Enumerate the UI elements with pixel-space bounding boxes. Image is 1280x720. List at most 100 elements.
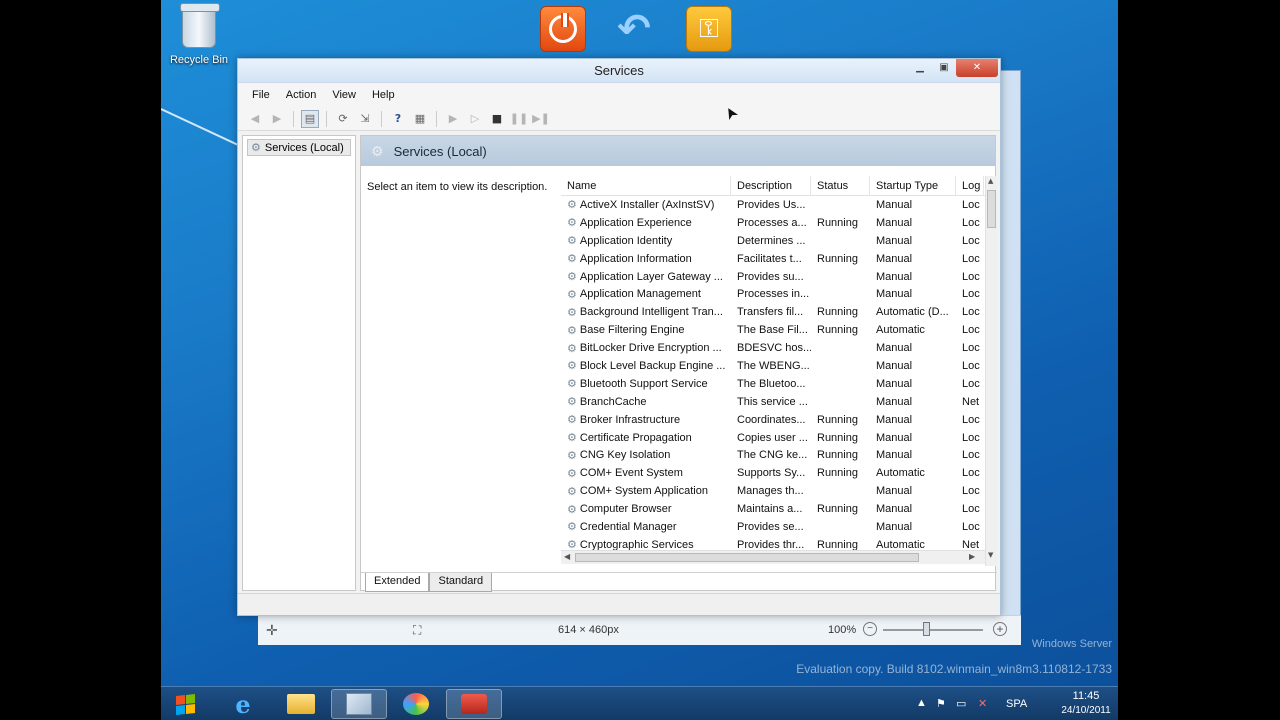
service-gear-icon: ⚙ (567, 503, 577, 516)
vertical-scroll-thumb[interactable] (987, 190, 996, 228)
table-row[interactable]: ⚙ Broker Infrastructure Coordinates... Runn… (561, 411, 997, 429)
service-startup-cell: Manual (876, 431, 913, 444)
menu-file[interactable]: File (244, 89, 278, 101)
table-row[interactable]: ⚙ BranchCache This service ... Manual Net (561, 393, 997, 411)
scroll-up-icon[interactable]: ▲ (988, 177, 993, 185)
clock-time[interactable]: 11:45 (1056, 690, 1116, 702)
key-shortcut[interactable]: ⚿ (686, 6, 732, 52)
table-row[interactable]: ⚙ Certificate Propagation Copies user ... R… (561, 429, 997, 447)
column-header-startup-type[interactable]: Startup Type (870, 176, 956, 195)
scroll-left-icon[interactable]: ◀ (564, 552, 570, 561)
pause-service-icon[interactable]: ❚❚ (510, 110, 528, 128)
title-bar[interactable]: Services ▁ ▣ ✕ (238, 59, 1000, 83)
zoom-slider-track[interactable] (883, 629, 983, 631)
service-description-cell: Manages th... (737, 485, 804, 498)
table-row[interactable]: ⚙ Application Experience Processes a... Run… (561, 214, 997, 232)
restart-service-icon[interactable]: ▶❚ (532, 110, 550, 128)
table-row[interactable]: ⚙ Application Management Processes in... Ma… (561, 285, 997, 303)
services-list[interactable]: ▲ Name Description Status Startup Type L… (561, 176, 997, 566)
tree-node-services-local[interactable]: ⚙ Services (Local) (247, 139, 351, 156)
input-language[interactable]: SPA (1006, 698, 1027, 710)
taskbar-internet-explorer[interactable]: e (215, 689, 271, 719)
clock-date[interactable]: 24/10/2011 (1056, 705, 1116, 716)
taskbar-image-viewer[interactable] (331, 689, 387, 719)
help-icon[interactable]: ? (389, 110, 407, 128)
taskbar-paint[interactable] (388, 689, 444, 719)
key-icon: ⚿ (699, 13, 719, 44)
table-row[interactable]: ⚙ Application Layer Gateway ... Provides s… (561, 268, 997, 286)
service-logon-cell: Loc (962, 216, 980, 229)
column-header-log-on-as[interactable]: Log (956, 176, 984, 195)
taskbar-server-tools[interactable] (446, 689, 502, 719)
close-button[interactable]: ✕ (956, 59, 998, 77)
add-icon[interactable]: ✛ (266, 622, 278, 639)
vertical-scrollbar[interactable]: ▲ ▼ (985, 176, 997, 566)
zoom-slider-thumb[interactable] (923, 622, 930, 636)
stop-service-icon[interactable]: ■ (488, 110, 506, 128)
recycle-bin-shortcut[interactable]: Recycle Bin (166, 3, 232, 66)
zoom-in-icon[interactable]: + (993, 622, 1007, 636)
table-row[interactable]: ⚙ Bluetooth Support Service The Bluetoo...… (561, 375, 997, 393)
undo-shortcut[interactable]: ↶ (611, 6, 657, 52)
service-startup-cell: Manual (876, 342, 913, 355)
horizontal-scrollbar[interactable]: ◀ ▶ (561, 550, 985, 564)
show-hide-console-tree-icon[interactable]: ▤ (301, 109, 319, 128)
tab-extended[interactable]: Extended (365, 573, 430, 592)
service-startup-cell: Automatic (D... (876, 306, 949, 319)
properties-icon[interactable]: ▦ (411, 110, 429, 128)
service-status-cell: Running (817, 449, 858, 462)
back-icon[interactable]: ◀ (246, 110, 264, 128)
table-row[interactable]: ⚙ COM+ System Application Manages th... Man… (561, 482, 997, 500)
scroll-right-icon[interactable]: ▶ (969, 552, 975, 561)
maximize-button[interactable]: ▣ (932, 59, 956, 77)
horizontal-scroll-thumb[interactable] (575, 553, 919, 562)
table-row[interactable]: ⚙ Base Filtering Engine The Base Fil... Run… (561, 321, 997, 339)
service-name-text: Application Identity (579, 234, 673, 247)
network-icon[interactable]: ▭ (956, 697, 966, 710)
export-list-icon[interactable]: ⇲ (356, 110, 374, 128)
table-row[interactable]: ⚙ Computer Browser Maintains a... Running Ma… (561, 500, 997, 518)
minimize-button[interactable]: ▁ (908, 59, 932, 77)
service-name-cell: ⚙ Certificate Propagation (561, 431, 731, 445)
table-row[interactable]: ⚙ BitLocker Drive Encryption ... BDESVC ho… (561, 339, 997, 357)
start-service-icon[interactable]: ▶ (444, 110, 462, 128)
tab-standard[interactable]: Standard (429, 573, 493, 592)
service-logon-cell: Net (962, 395, 980, 408)
start-service-alt-icon[interactable]: ▷ (466, 110, 484, 128)
table-row[interactable]: ⚙ Application Information Facilitates t...… (561, 250, 997, 268)
table-row[interactable]: ⚙ Credential Manager Provides se... Manual L… (561, 518, 997, 536)
action-center-flag-icon[interactable]: ⚑ (936, 697, 946, 710)
forward-icon[interactable]: ▶ (268, 110, 286, 128)
menu-help[interactable]: Help (364, 89, 403, 101)
menu-view[interactable]: View (324, 89, 364, 101)
power-shortcut[interactable] (540, 6, 586, 52)
table-row[interactable]: ⚙ Block Level Backup Engine ... The WBENG.… (561, 357, 997, 375)
zoom-out-icon[interactable]: − (863, 622, 877, 636)
service-logon-cell: Loc (962, 413, 980, 426)
service-description-cell: Processes a... (737, 216, 807, 229)
table-row[interactable]: ⚙ CNG Key Isolation The CNG ke... Running Ma… (561, 446, 997, 464)
column-header-name[interactable]: Name (561, 176, 731, 195)
refresh-icon[interactable]: ⟳ (334, 110, 352, 128)
column-header-description[interactable]: Description (731, 176, 811, 195)
service-gear-icon: ⚙ (567, 217, 577, 230)
show-hidden-icons-icon[interactable]: ▲ (916, 697, 927, 709)
service-startup-cell: Manual (876, 252, 913, 265)
start-button[interactable] (163, 689, 207, 719)
service-name-text: Computer Browser (579, 503, 672, 516)
scroll-down-icon[interactable]: ▼ (988, 551, 993, 559)
taskbar-explorer[interactable] (273, 689, 329, 719)
service-description-cell: Copies user ... (737, 431, 808, 444)
table-row[interactable]: ⚙ ActiveX Installer (AxInstSV) Provides Us… (561, 196, 997, 214)
column-header-status[interactable]: Status (811, 176, 870, 195)
menu-action[interactable]: Action (278, 89, 325, 101)
description-hint: Select an item to view its description. (367, 181, 548, 193)
services-window[interactable]: Services ▁ ▣ ✕ File Action View Help ◀ ▶… (237, 58, 1001, 616)
volume-muted-icon[interactable]: ✕ (978, 697, 987, 710)
service-name-text: Application Experience (579, 216, 692, 229)
service-name-cell: ⚙ Application Experience (561, 216, 731, 230)
table-row[interactable]: ⚙ Application Identity Determines ... Manua… (561, 232, 997, 250)
crop-icon[interactable]: ⛶ (413, 623, 421, 638)
table-row[interactable]: ⚙ Background Intelligent Tran... Transfers… (561, 303, 997, 321)
table-row[interactable]: ⚙ COM+ Event System Supports Sy... Running A… (561, 464, 997, 482)
